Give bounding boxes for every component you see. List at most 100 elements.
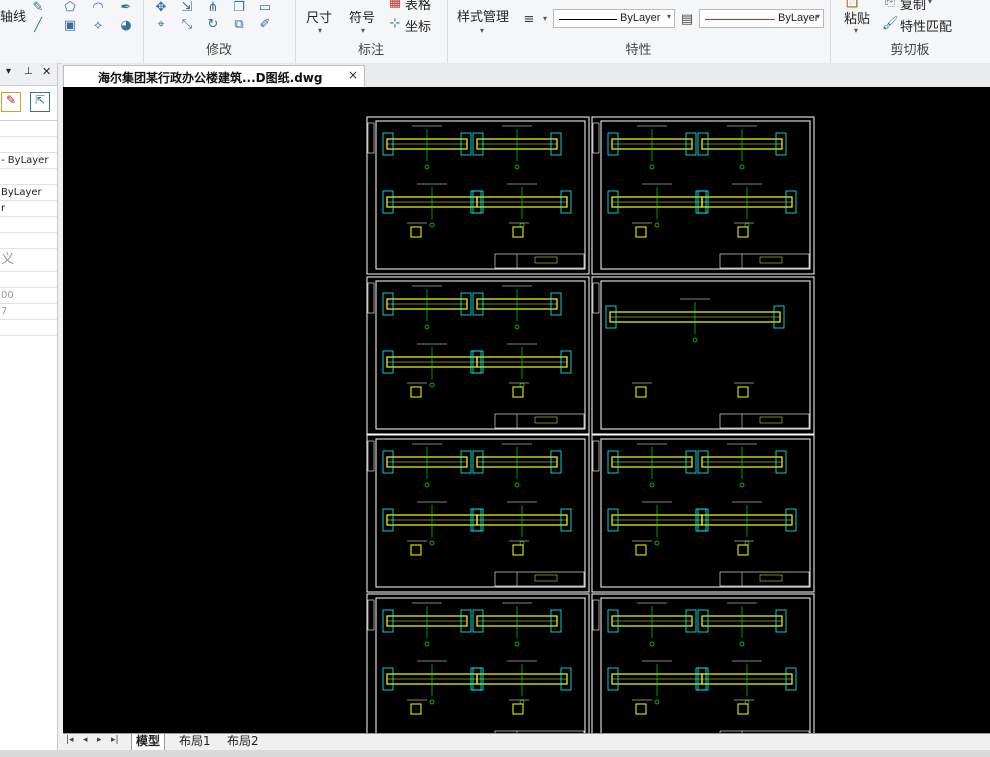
dimension-button[interactable]: 尺寸 (306, 7, 332, 26)
section-marker (519, 540, 525, 546)
property-row[interactable]: 7 (0, 304, 57, 320)
array-icon[interactable]: ⧉ (231, 17, 247, 33)
sheet-frame (591, 593, 815, 733)
linetype-combo[interactable]: ByLayer ▾ (553, 9, 675, 28)
section-marker (649, 641, 655, 647)
pencil-icon[interactable]: ✎ (30, 0, 46, 16)
symbol-button[interactable]: 符号 (349, 7, 375, 26)
status-bar (0, 750, 990, 757)
stretch-icon[interactable]: ⌖ (153, 17, 169, 33)
modify-group: ✥ ⇲ ⋔ ❐ ▭ ⌖ ⤡ ↻ ⧉ ✐ 修改 (143, 0, 296, 63)
dimension-dropdown-icon[interactable]: ▾ (318, 26, 322, 35)
copy-button[interactable]: 复制 (900, 0, 926, 13)
next-tab-icon[interactable]: ▸ (97, 735, 102, 745)
section-marker (519, 382, 525, 388)
sheet-margin-stamp (592, 282, 600, 314)
sheet-inner-frame (375, 597, 586, 733)
property-row[interactable] (0, 272, 57, 288)
detail-section (410, 544, 422, 556)
trim-icon[interactable]: ⇲ (179, 0, 195, 16)
symbol-dropdown-icon[interactable]: ▾ (361, 26, 365, 35)
tab-close-icon[interactable]: × (348, 68, 358, 82)
property-row[interactable]: 义 (0, 249, 57, 272)
paste-button[interactable]: 粘贴 (844, 8, 870, 27)
color-dropdown-icon[interactable]: ▾ (816, 12, 820, 21)
color-combo[interactable]: ByLayer ▾ (699, 9, 824, 28)
property-row[interactable]: ByLayer (0, 185, 57, 201)
panel-close-icon[interactable]: ✕ (42, 65, 51, 78)
document-title: 海尔集团某行政办公楼建筑...D图纸.dwg (98, 71, 323, 85)
section-marker (739, 641, 745, 647)
rectangle-icon[interactable]: ▭ (257, 0, 273, 16)
drawing-canvas[interactable] (63, 87, 990, 733)
tab-model[interactable]: 模型 (131, 734, 166, 751)
property-rows: - ByLayer ByLayer r 义 00 7 (0, 121, 57, 336)
sheet-frame (366, 276, 590, 435)
table-button[interactable]: 表格 (405, 0, 431, 13)
detail-section (635, 226, 647, 238)
line-icon[interactable]: ╱ (30, 18, 46, 34)
fill-icon[interactable]: ◕ (118, 18, 134, 34)
region-icon[interactable]: ▣ (62, 18, 78, 34)
first-tab-icon[interactable]: |◂ (66, 735, 74, 745)
shape-icon[interactable]: ⬠ (62, 0, 78, 16)
property-row[interactable]: - ByLayer (0, 153, 57, 169)
property-row[interactable] (0, 137, 57, 153)
mirror-icon[interactable]: ⋔ (205, 0, 221, 16)
coordinate-icon[interactable]: ⊹ (387, 16, 403, 32)
document-tab[interactable]: 海尔集团某行政办公楼建筑...D图纸.dwg × (63, 65, 365, 87)
copy-object-icon[interactable]: ❐ (231, 0, 247, 16)
detail-section (410, 386, 422, 398)
pin-icon[interactable]: ⊥ (24, 66, 33, 77)
spline-icon[interactable]: ◠ (90, 0, 106, 16)
style-manager-button[interactable]: 样式管理 (457, 6, 509, 25)
property-row[interactable] (0, 217, 57, 233)
paste-dropdown-icon[interactable]: ▾ (854, 26, 858, 35)
sheet-frame (366, 434, 590, 593)
property-row[interactable] (0, 320, 57, 336)
section-marker (744, 699, 750, 705)
rotate-icon[interactable]: ↻ (205, 17, 221, 33)
lineweight-dropdown-icon[interactable]: ▾ (543, 14, 547, 23)
tab-layout2[interactable]: 布局2 (223, 734, 263, 750)
style-manager-dropdown-icon[interactable]: ▾ (480, 26, 484, 35)
section-marker (519, 222, 525, 228)
linetype-scale-icon[interactable]: ▤ (679, 12, 695, 28)
match-properties-icon[interactable]: 🖌 (882, 16, 899, 32)
move-icon[interactable]: ✥ (153, 0, 169, 16)
detail-section (512, 226, 524, 238)
match-properties-button[interactable]: 特性匹配 (900, 16, 952, 35)
brush-icon[interactable]: ✒ (118, 0, 134, 16)
sheet-margin-stamp (592, 122, 600, 154)
section-marker (654, 222, 660, 228)
title-block (719, 413, 810, 429)
property-row[interactable]: 00 (0, 288, 57, 304)
properties-group-label: 特性 (625, 43, 652, 58)
section-marker (429, 699, 435, 705)
boundary-icon[interactable]: ⟡ (90, 18, 106, 34)
edit-icon[interactable]: ✐ (257, 17, 273, 33)
select-objects-icon[interactable]: ⇱ (30, 92, 50, 112)
coordinate-button[interactable]: 坐标 (405, 16, 431, 35)
table-icon[interactable]: ▦ (387, 0, 403, 11)
prev-tab-icon[interactable]: ◂ (83, 735, 88, 745)
panel-menu-icon[interactable]: ▾ (6, 66, 11, 77)
tab-layout1[interactable]: 布局1 (175, 734, 215, 750)
copy-dropdown-icon[interactable]: ▾ (928, 0, 932, 6)
sheet-inner-frame (375, 120, 586, 270)
copy-icon[interactable]: ⎘ (882, 0, 898, 10)
section-marker (649, 164, 655, 170)
annotate-group: 尺寸 ▾ 符号 ▾ ▦ 表格 ⊹ 坐标 标注 (295, 0, 448, 63)
last-tab-icon[interactable]: ▸| (111, 735, 119, 745)
property-row[interactable] (0, 233, 57, 249)
quick-select-icon[interactable]: ✎ (1, 92, 21, 112)
lineweight-icon[interactable]: ≡ (521, 12, 537, 28)
property-row[interactable] (0, 169, 57, 185)
axis-line-button[interactable]: 轴线 (0, 6, 26, 25)
property-row[interactable]: r (0, 201, 57, 217)
detail-section (737, 703, 749, 715)
property-row[interactable] (0, 121, 57, 137)
linetype-dropdown-icon[interactable]: ▾ (667, 12, 671, 21)
section-marker (424, 324, 430, 330)
scale-icon[interactable]: ⤡ (179, 17, 195, 33)
